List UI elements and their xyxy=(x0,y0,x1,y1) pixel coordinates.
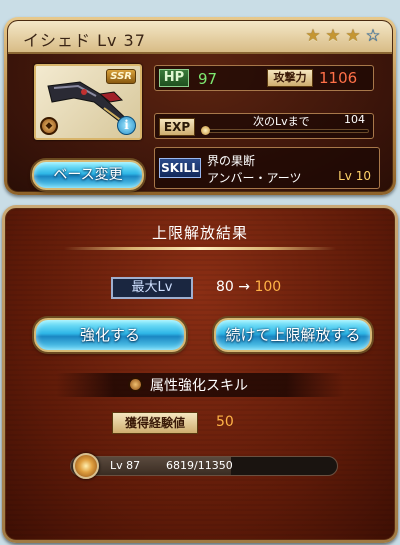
max-level-change: 80 → 100 xyxy=(216,279,281,295)
weapon-title: イシェド Lv 37 xyxy=(23,31,146,50)
element-icon: ◆ xyxy=(40,117,58,135)
hp-label: HP xyxy=(159,69,189,87)
max-level-from: 80 xyxy=(216,279,234,295)
skill-name: 界の果断 xyxy=(207,154,256,168)
exp-gained-value: 50 xyxy=(216,414,234,430)
weapon-image[interactable]: SSR ◆ i xyxy=(34,64,142,140)
exp-progress-bar xyxy=(203,129,369,133)
skill-level: Lv 10 xyxy=(338,169,371,183)
uncap-result-body: 上限解放結果 最大Lv 80 → 100 強化する 続けて上限解放する 属性強化… xyxy=(5,208,395,540)
skill-label: SKILL xyxy=(159,158,201,178)
weapon-card-body: イシェド Lv 37 ★ ★ ★ ☆ SSR ◆ i ベース変更 HP 97 攻… xyxy=(7,20,393,192)
element-icon xyxy=(128,377,143,392)
attack-label: 攻撃力 xyxy=(267,69,313,87)
uncap-result-dialog: 上限解放結果 最大Lv 80 → 100 強化する 続けて上限解放する 属性強化… xyxy=(2,205,398,543)
level-orb-icon xyxy=(73,453,99,479)
exp-gained-label: 獲得経験値 xyxy=(112,412,198,434)
max-level-label: 最大Lv xyxy=(111,277,193,299)
weapon-card: イシェド Lv 37 ★ ★ ★ ☆ SSR ◆ i ベース変更 HP 97 攻… xyxy=(4,17,396,195)
stats-row: HP 97 攻撃力 1106 xyxy=(154,65,374,91)
star-icon: ★ xyxy=(345,26,361,46)
skill-row[interactable]: SKILL 界の果断 アンバー・アーツ Lv 10 xyxy=(154,147,380,189)
rarity-badge: SSR xyxy=(106,69,136,84)
star-empty-icon: ☆ xyxy=(365,26,381,46)
info-icon[interactable]: i xyxy=(117,116,136,135)
title-divider xyxy=(64,247,336,250)
max-level-to: 100 xyxy=(254,279,282,295)
attribute-skill-label: 属性強化スキル xyxy=(150,378,248,394)
level-exp-text: 6819/11350 xyxy=(166,459,233,472)
next-level-label: 次のLvまで xyxy=(253,115,310,128)
next-level-value: 104 xyxy=(344,113,365,126)
arrow-icon: → xyxy=(238,279,251,295)
attack-value: 1106 xyxy=(319,69,358,87)
continue-uncap-button[interactable]: 続けて上限解放する xyxy=(214,318,372,352)
star-icon: ★ xyxy=(305,26,321,46)
exp-row: EXP 次のLvまで 104 xyxy=(154,113,374,139)
strengthen-button[interactable]: 強化する xyxy=(34,318,186,352)
dialog-title: 上限解放結果 xyxy=(151,224,248,242)
level-text: Lv 87 xyxy=(110,459,141,472)
exp-progress-marker xyxy=(201,126,210,135)
star-icon: ★ xyxy=(325,26,341,46)
hp-value: 97 xyxy=(198,70,218,88)
skill-subname: アンバー・アーツ xyxy=(207,171,302,185)
weapon-title-bar: イシェド Lv 37 ★ ★ ★ ☆ xyxy=(8,21,392,54)
base-change-button[interactable]: ベース変更 xyxy=(32,160,144,190)
exp-label: EXP xyxy=(159,118,195,136)
rarity-stars: ★ ★ ★ ☆ xyxy=(304,27,382,45)
